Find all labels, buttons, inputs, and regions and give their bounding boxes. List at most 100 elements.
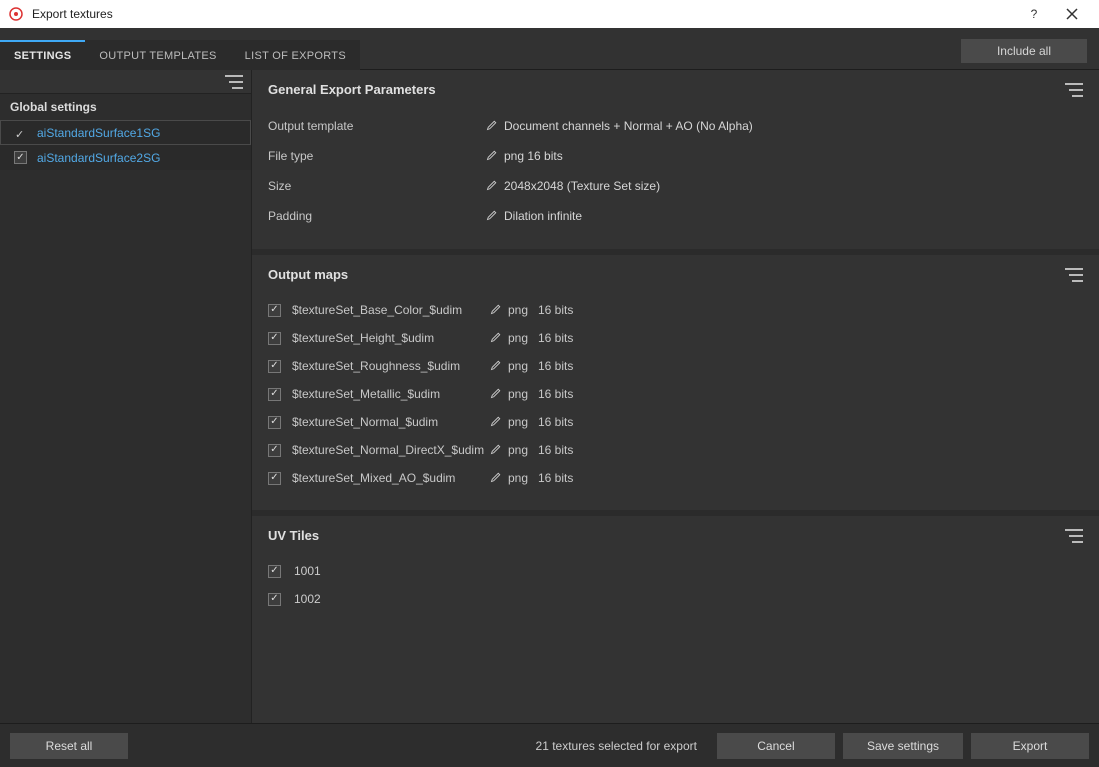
tile-checkbox[interactable] [268, 593, 281, 606]
app-icon [8, 6, 24, 22]
map-name: $textureSet_Roughness_$udim [292, 359, 484, 373]
tab-list-of-exports[interactable]: LIST OF EXPORTS [231, 40, 360, 70]
map-checkbox[interactable] [268, 388, 281, 401]
param-label: Padding [268, 209, 480, 223]
map-filetype: png [508, 331, 538, 345]
map-bits: 16 bits [538, 331, 573, 345]
param-row: Size 2048x2048 (Texture Set size) [268, 171, 1083, 201]
output-map-row: $textureSet_Normal_$udim png16 bits [268, 408, 1083, 436]
output-map-row: $textureSet_Base_Color_$udimpng16 bits [268, 296, 1083, 324]
param-value: Document channels + Normal + AO (No Alph… [504, 119, 753, 133]
help-button[interactable]: ? [1015, 0, 1053, 28]
texture-set-item[interactable]: aiStandardSurface2SG [0, 145, 251, 170]
tile-id: 1002 [294, 592, 321, 606]
check-icon [15, 127, 27, 139]
section-title: UV Tiles [268, 528, 1065, 543]
edit-icon[interactable] [480, 149, 504, 164]
titlebar: Export textures ? [0, 0, 1099, 28]
map-name: $textureSet_Normal_DirectX_$udim [292, 443, 484, 457]
map-name: $textureSet_Base_Color_$udim [292, 303, 484, 317]
edit-icon[interactable] [484, 443, 508, 458]
map-bits: 16 bits [538, 443, 573, 457]
map-filetype: png [508, 303, 538, 317]
map-checkbox[interactable] [268, 332, 281, 345]
include-all-button[interactable]: Include all [961, 39, 1087, 63]
param-row: Padding Dilation infinite [268, 201, 1083, 231]
tabs: SETTINGS OUTPUT TEMPLATES LIST OF EXPORT… [0, 28, 360, 69]
edit-icon[interactable] [484, 303, 508, 318]
param-row: Output template Document channels + Norma… [268, 111, 1083, 141]
map-bits: 16 bits [538, 387, 573, 401]
edit-icon[interactable] [484, 387, 508, 402]
cancel-button[interactable]: Cancel [717, 733, 835, 759]
edit-icon[interactable] [480, 119, 504, 134]
map-bits: 16 bits [538, 359, 573, 373]
edit-icon[interactable] [480, 179, 504, 194]
sidebar-toolbar [0, 70, 251, 94]
section-menu-icon[interactable] [1065, 83, 1083, 97]
param-label: Output template [268, 119, 480, 133]
map-checkbox[interactable] [268, 360, 281, 373]
uv-tile-row: 1001 [268, 557, 1083, 585]
reset-all-button[interactable]: Reset all [10, 733, 128, 759]
section-title: Output maps [268, 267, 1065, 282]
section-menu-icon[interactable] [1065, 268, 1083, 282]
map-filetype: png [508, 359, 538, 373]
param-value: Dilation infinite [504, 209, 582, 223]
main: Global settings aiStandardSurface1SG aiS… [0, 70, 1099, 723]
tile-checkbox[interactable] [268, 565, 281, 578]
tab-output-templates[interactable]: OUTPUT TEMPLATES [85, 40, 230, 70]
edit-icon[interactable] [480, 209, 504, 224]
content: General Export Parameters Output templat… [252, 70, 1099, 723]
tile-id: 1001 [294, 564, 321, 578]
footer: Reset all 21 textures selected for expor… [0, 723, 1099, 767]
param-row: File type png 16 bits [268, 141, 1083, 171]
edit-icon[interactable] [484, 415, 508, 430]
map-bits: 16 bits [538, 471, 573, 485]
texture-set-label: aiStandardSurface2SG [37, 151, 160, 165]
param-value: png 16 bits [504, 149, 563, 163]
edit-icon[interactable] [484, 331, 508, 346]
map-filetype: png [508, 443, 538, 457]
sidebar-title: Global settings [0, 94, 251, 120]
output-map-row: $textureSet_Mixed_AO_$udim png16 bits [268, 464, 1083, 492]
sidebar: Global settings aiStandardSurface1SG aiS… [0, 70, 252, 723]
texture-set-label: aiStandardSurface1SG [37, 126, 160, 140]
section-menu-icon[interactable] [1065, 529, 1083, 543]
map-name: $textureSet_Normal_$udim [292, 415, 484, 429]
sidebar-menu-icon[interactable] [225, 75, 243, 89]
section-uv-tiles: UV Tiles 1001 1002 [252, 516, 1099, 653]
checkbox-icon[interactable] [14, 151, 27, 164]
save-settings-button[interactable]: Save settings [843, 733, 963, 759]
param-label: File type [268, 149, 480, 163]
output-map-row: $textureSet_Normal_DirectX_$udim png16 bi… [268, 436, 1083, 464]
close-button[interactable] [1053, 0, 1091, 28]
edit-icon[interactable] [484, 471, 508, 486]
tab-settings[interactable]: SETTINGS [0, 40, 85, 70]
window-title: Export textures [32, 7, 1015, 21]
map-filetype: png [508, 387, 538, 401]
param-value: 2048x2048 (Texture Set size) [504, 179, 660, 193]
section-title: General Export Parameters [268, 82, 1065, 97]
map-filetype: png [508, 415, 538, 429]
section-general: General Export Parameters Output templat… [252, 70, 1099, 255]
param-label: Size [268, 179, 480, 193]
output-map-row: $textureSet_Metallic_$udim png16 bits [268, 380, 1083, 408]
map-name: $textureSet_Metallic_$udim [292, 387, 484, 401]
map-name: $textureSet_Height_$udim [292, 331, 484, 345]
map-filetype: png [508, 471, 538, 485]
output-map-row: $textureSet_Height_$udim png16 bits [268, 324, 1083, 352]
map-name: $textureSet_Mixed_AO_$udim [292, 471, 484, 485]
export-button[interactable]: Export [971, 733, 1089, 759]
edit-icon[interactable] [484, 359, 508, 374]
map-checkbox[interactable] [268, 472, 281, 485]
uv-tile-row: 1002 [268, 585, 1083, 613]
map-checkbox[interactable] [268, 416, 281, 429]
output-map-row: $textureSet_Roughness_$udim png16 bits [268, 352, 1083, 380]
map-bits: 16 bits [538, 415, 573, 429]
section-output-maps: Output maps $textureSet_Base_Color_$udim… [252, 255, 1099, 516]
map-checkbox[interactable] [268, 304, 281, 317]
map-checkbox[interactable] [268, 444, 281, 457]
export-status: 21 textures selected for export [536, 739, 697, 753]
texture-set-item[interactable]: aiStandardSurface1SG [0, 120, 251, 145]
